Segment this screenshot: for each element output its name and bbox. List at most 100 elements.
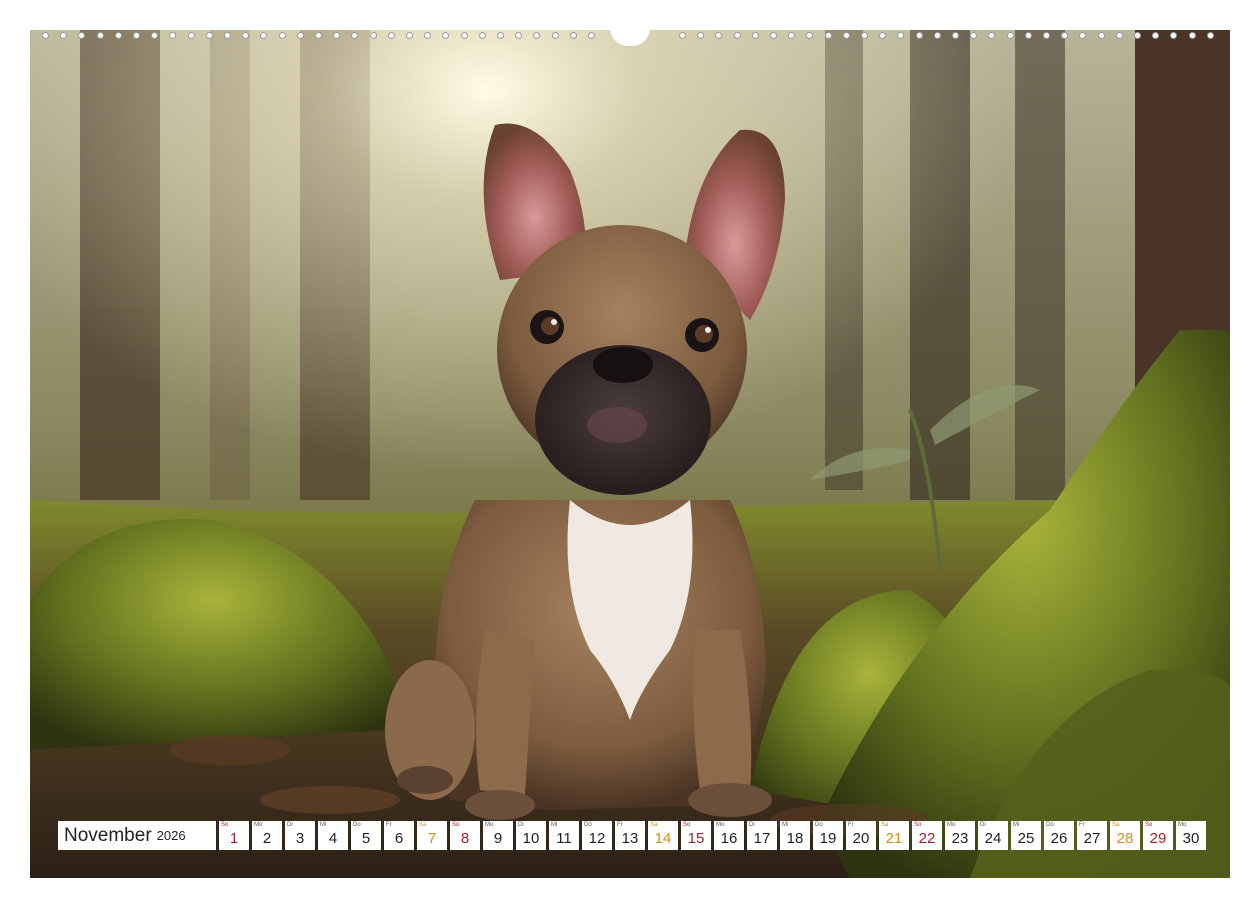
- binding-hole: [1206, 32, 1214, 39]
- month-name: November: [64, 824, 152, 846]
- day-number: 16: [720, 830, 738, 847]
- binding-hole: [333, 32, 341, 39]
- day-cell: So 1: [219, 821, 249, 850]
- calendar-strip: November 2026 So 1 Mo 2 Di 3 Mi 4 Do 5 Fr 6 Sa…: [58, 821, 1206, 850]
- binding-hole: [842, 32, 850, 39]
- binding-hole: [569, 32, 577, 39]
- day-number: 26: [1050, 830, 1068, 847]
- binding-hole: [915, 32, 923, 39]
- binding-hole: [460, 32, 468, 39]
- binding-hole: [224, 32, 231, 39]
- day-number: 4: [328, 830, 338, 847]
- day-number: 12: [588, 830, 606, 847]
- day-cell: Sa 7: [417, 821, 447, 850]
- wire-binding: [30, 28, 1230, 48]
- binding-hole: [351, 32, 359, 39]
- binding-hole: [78, 32, 86, 39]
- day-number: 25: [1017, 830, 1035, 847]
- binding-hole: [478, 32, 486, 39]
- binding-hole: [387, 32, 395, 39]
- weekday-label: Di: [518, 822, 524, 828]
- day-cell: Mi 4: [318, 821, 348, 850]
- binding-hole: [988, 32, 996, 39]
- day-cell: Fr 6: [384, 821, 414, 850]
- day-cell: Mo 2: [252, 821, 282, 850]
- binding-hole: [861, 32, 868, 39]
- binding-hole: [278, 32, 286, 39]
- binding-hole: [770, 32, 777, 39]
- day-number: 14: [654, 830, 672, 847]
- weekday-label: So: [221, 822, 229, 828]
- binding-hole: [369, 32, 377, 39]
- binding-hole: [133, 32, 140, 39]
- day-number: 11: [556, 830, 572, 847]
- day-cell: So 8: [450, 821, 480, 850]
- weekday-label: Mi: [551, 822, 558, 828]
- day-cell: Di 10: [516, 821, 546, 850]
- binding-hole: [42, 32, 49, 39]
- day-number: 29: [1149, 830, 1167, 847]
- binding-hole: [1170, 32, 1178, 39]
- weekday-label: Do: [815, 822, 823, 828]
- binding-hole: [151, 32, 159, 39]
- binding-hole: [879, 32, 887, 39]
- binding-hole: [1152, 32, 1160, 39]
- binding-hole: [824, 32, 832, 39]
- binding-hole: [60, 32, 68, 39]
- weekday-label: Mo: [716, 822, 725, 828]
- binding-hole: [1024, 32, 1032, 39]
- day-cell: Di 24: [978, 821, 1008, 850]
- day-number: 30: [1182, 830, 1200, 847]
- day-cell: Do 12: [582, 821, 612, 850]
- french-bulldog-forest-photo: [30, 30, 1230, 878]
- weekday-label: Fr: [1079, 822, 1085, 828]
- weekday-label: Fr: [848, 822, 854, 828]
- day-number: 7: [427, 830, 437, 847]
- day-number: 24: [984, 830, 1002, 847]
- binding-hole: [715, 32, 723, 39]
- day-number: 19: [819, 830, 837, 847]
- binding-hole: [551, 32, 559, 39]
- weekday-label: Mo: [947, 822, 956, 828]
- day-number: 23: [951, 830, 969, 847]
- day-number: 5: [361, 830, 371, 847]
- day-number: 17: [753, 830, 771, 847]
- binding-hole: [1079, 32, 1087, 39]
- day-number: 10: [522, 830, 540, 847]
- weekday-label: Sa: [881, 822, 889, 828]
- day-number: 6: [394, 830, 404, 847]
- binding-hole: [1043, 32, 1050, 39]
- weekday-label: Do: [353, 822, 361, 828]
- binding-hole: [1134, 32, 1141, 39]
- binding-hole: [1061, 32, 1069, 39]
- day-cell: Di 3: [285, 821, 315, 850]
- binding-hole: [679, 32, 686, 39]
- day-number: 15: [687, 830, 705, 847]
- year: 2026: [156, 828, 186, 843]
- binding-hole: [788, 32, 796, 39]
- weekday-label: Sa: [1112, 822, 1120, 828]
- weekday-label: Mo: [485, 822, 494, 828]
- weekday-label: So: [452, 822, 460, 828]
- weekday-label: Mo: [1178, 822, 1187, 828]
- weekday-label: Do: [1046, 822, 1054, 828]
- day-cell: Mo 16: [714, 821, 744, 850]
- day-number: 2: [262, 830, 272, 847]
- weekday-label: Sa: [419, 822, 427, 828]
- day-cell: Mi 25: [1011, 821, 1041, 850]
- binding-hole: [242, 32, 250, 39]
- binding-hole: [1188, 32, 1196, 39]
- binding-hole: [424, 32, 432, 39]
- binding-hole: [952, 32, 959, 39]
- day-cell: So 15: [681, 821, 711, 850]
- weekday-label: Do: [584, 822, 592, 828]
- binding-hole: [806, 32, 814, 39]
- weekday-label: Mi: [1013, 822, 1020, 828]
- day-number: 1: [229, 830, 239, 847]
- binding-hole: [897, 32, 905, 39]
- binding-hole: [697, 32, 705, 39]
- binding-hole: [315, 32, 322, 39]
- binding-hole: [114, 32, 122, 39]
- day-cell: Mo 30: [1176, 821, 1206, 850]
- day-cell: Do 26: [1044, 821, 1074, 850]
